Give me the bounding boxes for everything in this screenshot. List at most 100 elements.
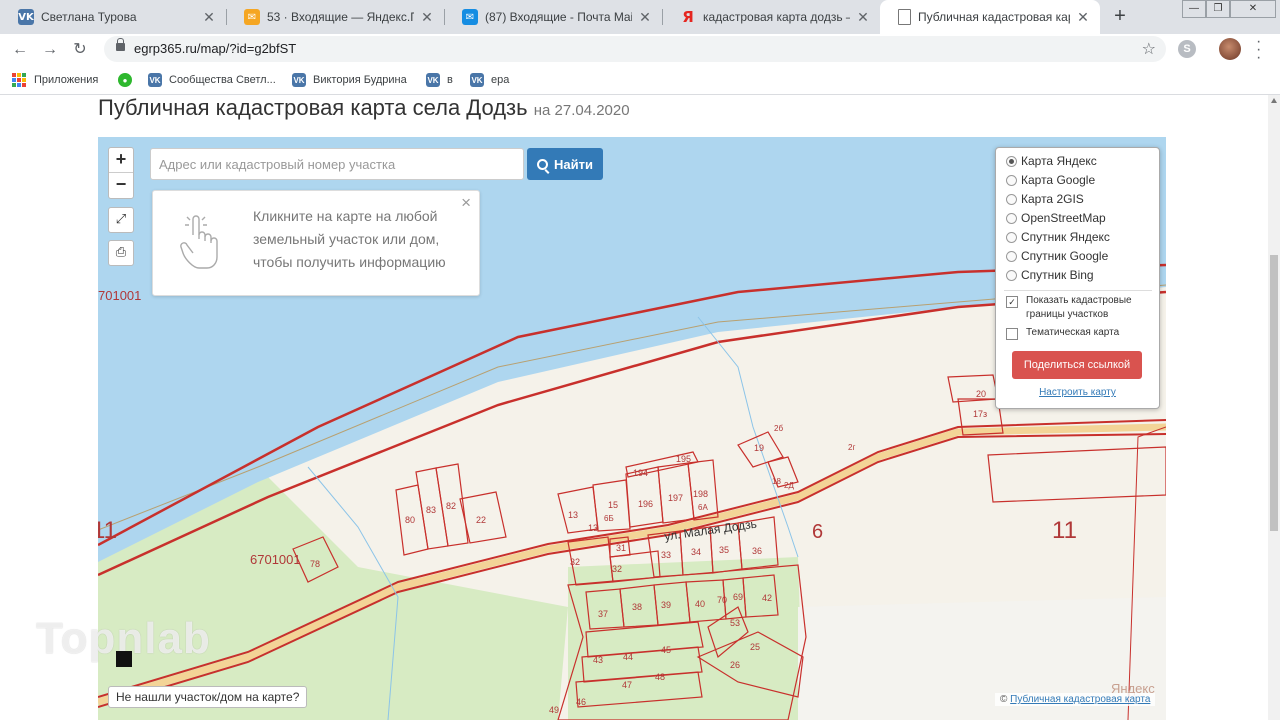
parcel-label: 33	[661, 550, 672, 560]
parcel-label: 2г	[848, 443, 856, 452]
green-circle-icon: ●	[118, 73, 132, 87]
minimize-button[interactable]: —	[1182, 0, 1206, 18]
bookmark-budrina[interactable]: VK Виктория Будрина	[292, 71, 407, 89]
radio-icon	[1006, 193, 1017, 205]
parcel-label: 2Д	[784, 481, 794, 490]
parcel-label: 46	[576, 697, 587, 707]
parcel-label: 48	[655, 672, 666, 682]
parcel-label: 6Б	[604, 514, 614, 523]
layer-option-yandex-map[interactable]: Карта Яндекс	[1006, 152, 1097, 170]
parcel-label: 37	[598, 609, 609, 619]
legend-icon[interactable]	[116, 651, 132, 667]
page-scrollbar[interactable]	[1268, 95, 1280, 720]
parcel-label: 34	[691, 547, 702, 557]
checkbox-icon	[1006, 328, 1018, 340]
fullscreen-button[interactable]: ⤢	[108, 207, 134, 233]
parcel-label: 6А	[698, 503, 708, 512]
layer-option-2gis[interactable]: Карта 2GIS	[1006, 190, 1084, 208]
close-tab-icon[interactable]: ✕	[420, 9, 434, 26]
parcel-label: 38	[632, 602, 643, 612]
profile-avatar[interactable]	[1219, 38, 1241, 60]
url-text: egrp365.ru/map/?id=g2bfST	[134, 41, 297, 56]
parcel-label: 35	[719, 545, 730, 555]
tab-yandex-mail[interactable]: ✉ 53 · Входящие — Яндекс.Почта ✕	[226, 0, 444, 34]
new-tab-button[interactable]: +	[1108, 5, 1132, 29]
bookmark-apps[interactable]: Приложения	[12, 71, 98, 89]
layer-label: Спутник Bing	[1021, 268, 1094, 282]
close-tab-icon[interactable]: ✕	[638, 9, 652, 26]
tab-mail-ru[interactable]: ✉ (87) Входящие - Почта Mail.ru ✕	[444, 0, 662, 34]
share-link-button[interactable]: Поделиться ссылкой	[1012, 351, 1142, 379]
radio-icon	[1006, 231, 1017, 243]
address-bar[interactable]: egrp365.ru/map/?id=g2bfST ☆	[104, 36, 1166, 62]
menu-kebab-icon[interactable]: · · ·	[1256, 34, 1261, 66]
scrollbar-thumb[interactable]	[1270, 255, 1278, 531]
skype-icon[interactable]: S	[1178, 40, 1196, 58]
radio-selected-icon	[1006, 155, 1017, 167]
zoom-in-button[interactable]: +	[109, 148, 133, 173]
bookmark-green[interactable]: ●	[118, 71, 139, 89]
layer-option-osm[interactable]: OpenStreetMap	[1006, 209, 1106, 227]
district-label: 11	[1052, 517, 1077, 544]
maximize-button[interactable]: ❐	[1206, 0, 1230, 18]
tab-vk-turova[interactable]: VK Светлана Турова ✕	[0, 0, 226, 34]
bookmark-v[interactable]: VK в	[426, 71, 453, 89]
attribution-link[interactable]: Публичная кадастровая карта	[1010, 694, 1150, 705]
parcel-label: 195	[676, 454, 692, 464]
mail-envelope-icon: ✉	[244, 9, 260, 25]
layer-option-yandex-sat[interactable]: Спутник Яндекс	[1006, 228, 1110, 246]
parcel-label: 53	[730, 618, 741, 628]
show-borders-checkbox[interactable]: ✓ Показать кадастровые границы участков	[1006, 294, 1146, 322]
close-icon[interactable]: ×	[461, 193, 471, 213]
parcel-label: 36	[752, 546, 763, 556]
parcel-label: 39	[661, 600, 672, 610]
layer-option-google-sat[interactable]: Спутник Google	[1006, 247, 1108, 265]
close-window-button[interactable]: ✕	[1230, 0, 1276, 18]
tab-strip: VK Светлана Турова ✕ ✉ 53 · Входящие — Я…	[0, 0, 1280, 34]
thematic-map-checkbox[interactable]: Тематическая карта	[1006, 326, 1119, 340]
layer-option-bing-sat[interactable]: Спутник Bing	[1006, 266, 1094, 284]
parcel-label: 32	[612, 564, 623, 574]
layer-label: Карта 2GIS	[1021, 192, 1084, 206]
bookmark-star-icon[interactable]: ☆	[1142, 39, 1156, 58]
close-tab-icon[interactable]: ✕	[856, 9, 870, 26]
page-title-date: на 27.04.2020	[533, 102, 630, 119]
scroll-up-arrow-icon[interactable]	[1271, 98, 1277, 103]
tab-yandex-search[interactable]: Я кадастровая карта додзь — Ян ✕	[662, 0, 880, 34]
attribution: © Публичная кадастровая карта	[995, 693, 1156, 706]
zoom-out-button[interactable]: −	[109, 173, 133, 197]
vk-icon: VK	[292, 73, 306, 87]
district-label: 6	[812, 521, 824, 543]
checkbox-checked-icon: ✓	[1006, 296, 1018, 308]
back-arrow-icon[interactable]: ←	[10, 40, 30, 60]
parcel-label: 2б	[774, 424, 784, 433]
parcel-label: 32	[570, 557, 581, 567]
bookmark-communities[interactable]: VK Сообщества Светл...	[148, 71, 276, 89]
bookmarks-bar: Приложения ● VK Сообщества Светл... VK В…	[0, 66, 1280, 95]
forward-arrow-icon[interactable]: →	[40, 40, 60, 60]
close-tab-icon[interactable]: ✕	[1076, 9, 1090, 26]
tab-cadastral-map[interactable]: Публичная кадастровая карта ✕	[880, 0, 1100, 34]
reload-icon[interactable]: ↻	[70, 40, 90, 60]
yandex-icon: Я	[682, 8, 694, 26]
print-button[interactable]: ⎙	[108, 240, 134, 266]
layer-option-google-map[interactable]: Карта Google	[1006, 171, 1095, 189]
vk-icon: VK	[470, 73, 484, 87]
radio-icon	[1006, 212, 1017, 224]
not-found-button[interactable]: Не нашли участок/дом на карте?	[108, 686, 308, 708]
radio-icon	[1006, 250, 1017, 262]
close-tab-icon[interactable]: ✕	[202, 9, 216, 26]
search-input[interactable]	[150, 148, 524, 180]
configure-map-link[interactable]: Настроить карту	[996, 387, 1159, 398]
parcel-label: 40	[695, 599, 706, 609]
tab-label: Светлана Турова	[41, 10, 137, 24]
search-icon	[537, 158, 549, 170]
parcel-label: 194	[633, 468, 649, 478]
parcel-label: 197	[668, 493, 684, 503]
info-popup: Кликните на карте на любой земельный уча…	[152, 190, 480, 296]
search-button[interactable]: Найти	[527, 148, 603, 180]
bookmark-era[interactable]: VK ера	[470, 71, 509, 89]
vk-icon: VK	[148, 73, 162, 87]
radio-icon	[1006, 269, 1017, 281]
parcel-label: 78	[310, 559, 321, 569]
